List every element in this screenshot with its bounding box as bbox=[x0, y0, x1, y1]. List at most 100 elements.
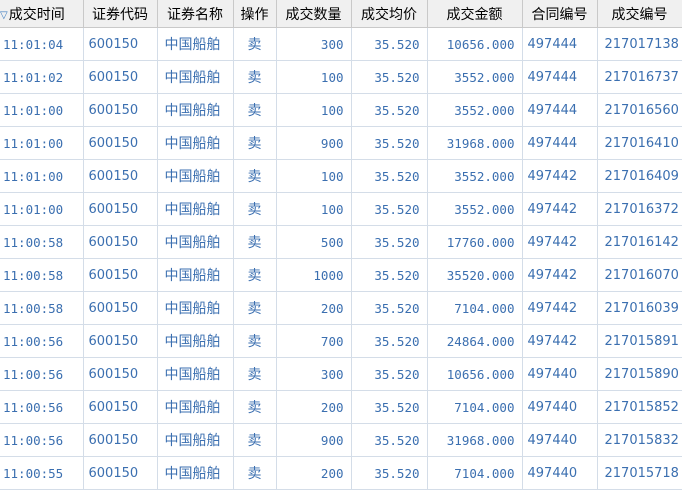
cell-contract-no: 497442 bbox=[522, 225, 598, 259]
cell-amount: 31968.000 bbox=[427, 126, 523, 160]
column-header-operation[interactable]: 操作 bbox=[233, 0, 277, 28]
cell-trade-time: 11:00:55 bbox=[0, 456, 84, 490]
cell-trade-time: 11:00:58 bbox=[0, 258, 84, 292]
cell-trade-time: 11:01:00 bbox=[0, 126, 84, 160]
cell-operation: 卖 bbox=[233, 192, 277, 226]
table-row[interactable]: 11:00:55 600150 中国船舶卖 200 35.520 7104.000 4974… bbox=[0, 456, 682, 490]
cell-trade-time: 11:01:00 bbox=[0, 159, 84, 193]
cell-amount: 7104.000 bbox=[427, 456, 523, 490]
cell-security-name: 中国船舶 bbox=[157, 258, 234, 292]
cell-amount: 3552.000 bbox=[427, 60, 523, 94]
cell-security-code: 600150 bbox=[83, 192, 158, 226]
cell-operation: 卖 bbox=[233, 126, 277, 160]
table-row[interactable]: 11:00:58 600150 中国船舶卖 1000 35.520 35520.000 49… bbox=[0, 258, 682, 292]
cell-security-name: 中国船舶 bbox=[157, 126, 234, 160]
column-header-label: 成交数量 bbox=[285, 6, 342, 23]
cell-avg-price: 35.520 bbox=[351, 258, 428, 292]
table-row[interactable]: 11:01:00 600150 中国船舶卖 100 35.520 3552.000 4974… bbox=[0, 192, 682, 226]
cell-amount: 31968.000 bbox=[427, 423, 523, 457]
table-row[interactable]: 11:00:56 600150 中国船舶卖 900 35.520 31968.000 497… bbox=[0, 423, 682, 457]
column-header-label: 证券名称 bbox=[167, 6, 223, 23]
cell-amount: 35520.000 bbox=[427, 258, 523, 292]
cell-avg-price: 35.520 bbox=[351, 93, 428, 127]
cell-quantity: 200 bbox=[276, 291, 352, 325]
cell-quantity: 100 bbox=[276, 192, 352, 226]
cell-operation: 卖 bbox=[233, 423, 277, 457]
column-header-deal-no[interactable]: 成交编号 bbox=[597, 0, 682, 28]
cell-avg-price: 35.520 bbox=[351, 192, 428, 226]
cell-security-code: 600150 bbox=[83, 357, 158, 391]
table-row[interactable]: 11:01:04 600150 中国船舶卖 300 35.520 10656.000 497… bbox=[0, 27, 682, 61]
cell-security-code: 600150 bbox=[83, 423, 158, 457]
column-header-contract-no[interactable]: 合同编号 bbox=[522, 0, 598, 28]
cell-amount: 24864.000 bbox=[427, 324, 523, 358]
table-row[interactable]: 11:00:56 600150 中国船舶卖 700 35.520 24864.000 497… bbox=[0, 324, 682, 358]
cell-contract-no: 497442 bbox=[522, 291, 598, 325]
cell-avg-price: 35.520 bbox=[351, 126, 428, 160]
column-header-quantity[interactable]: 成交数量 bbox=[276, 0, 352, 28]
cell-operation: 卖 bbox=[233, 390, 277, 424]
cell-amount: 3552.000 bbox=[427, 192, 523, 226]
cell-operation: 卖 bbox=[233, 357, 277, 391]
cell-deal-no: 217016737 bbox=[597, 60, 682, 94]
table-row[interactable]: 11:01:00 600150 中国船舶卖 100 35.520 3552.000 4974… bbox=[0, 93, 682, 127]
cell-quantity: 100 bbox=[276, 60, 352, 94]
cell-deal-no: 217016560 bbox=[597, 93, 682, 127]
column-header-security-code[interactable]: 证券代码 bbox=[83, 0, 158, 28]
cell-deal-no: 217016039 bbox=[597, 291, 682, 325]
cell-quantity: 500 bbox=[276, 225, 352, 259]
cell-operation: 卖 bbox=[233, 258, 277, 292]
cell-quantity: 1000 bbox=[276, 258, 352, 292]
cell-trade-time: 11:00:58 bbox=[0, 225, 84, 259]
cell-deal-no: 217015891 bbox=[597, 324, 682, 358]
column-header-avg-price[interactable]: 成交均价 bbox=[351, 0, 428, 28]
column-header-amount[interactable]: 成交金额 bbox=[427, 0, 523, 28]
cell-avg-price: 35.520 bbox=[351, 225, 428, 259]
cell-security-name: 中国船舶 bbox=[157, 291, 234, 325]
cell-operation: 卖 bbox=[233, 159, 277, 193]
cell-deal-no: 217015890 bbox=[597, 357, 682, 391]
cell-quantity: 700 bbox=[276, 324, 352, 358]
cell-trade-time: 11:00:56 bbox=[0, 390, 84, 424]
table-row[interactable]: 11:00:58 600150 中国船舶卖 200 35.520 7104.000 4974… bbox=[0, 291, 682, 325]
cell-contract-no: 497442 bbox=[522, 258, 598, 292]
cell-quantity: 900 bbox=[276, 126, 352, 160]
cell-contract-no: 497442 bbox=[522, 159, 598, 193]
cell-security-name: 中国船舶 bbox=[157, 456, 234, 490]
cell-security-name: 中国船舶 bbox=[157, 324, 234, 358]
cell-avg-price: 35.520 bbox=[351, 324, 428, 358]
cell-security-name: 中国船舶 bbox=[157, 27, 234, 61]
cell-contract-no: 497444 bbox=[522, 27, 598, 61]
cell-security-code: 600150 bbox=[83, 456, 158, 490]
cell-avg-price: 35.520 bbox=[351, 423, 428, 457]
cell-deal-no: 217016410 bbox=[597, 126, 682, 160]
column-header-trade-time[interactable]: ▽成交时间 bbox=[0, 0, 84, 28]
cell-contract-no: 497442 bbox=[522, 192, 598, 226]
cell-security-code: 600150 bbox=[83, 60, 158, 94]
cell-contract-no: 497440 bbox=[522, 357, 598, 391]
column-header-label: 成交编号 bbox=[611, 6, 668, 23]
cell-deal-no: 217016070 bbox=[597, 258, 682, 292]
table-row[interactable]: 11:00:58 600150 中国船舶卖 500 35.520 17760.000 497… bbox=[0, 225, 682, 259]
column-header-label: 成交均价 bbox=[361, 6, 417, 23]
table-row[interactable]: 11:01:00 600150 中国船舶卖 900 35.520 31968.000 497… bbox=[0, 126, 682, 160]
table-row[interactable]: 11:01:00 600150 中国船舶卖 100 35.520 3552.000 4974… bbox=[0, 159, 682, 193]
cell-security-code: 600150 bbox=[83, 324, 158, 358]
table-row[interactable]: 11:01:02 600150 中国船舶卖 100 35.520 3552.000 4974… bbox=[0, 60, 682, 94]
table-body: 11:01:04 600150 中国船舶卖 300 35.520 10656.000 497… bbox=[0, 27, 682, 490]
sort-descending-icon: ▽ bbox=[0, 9, 8, 21]
cell-deal-no: 217015832 bbox=[597, 423, 682, 457]
cell-amount: 17760.000 bbox=[427, 225, 523, 259]
cell-trade-time: 11:00:56 bbox=[0, 423, 84, 457]
cell-contract-no: 497444 bbox=[522, 60, 598, 94]
table-row[interactable]: 11:00:56 600150 中国船舶卖 300 35.520 10656.000 497… bbox=[0, 357, 682, 391]
cell-avg-price: 35.520 bbox=[351, 60, 428, 94]
cell-amount: 3552.000 bbox=[427, 93, 523, 127]
table-row[interactable]: 11:00:56 600150 中国船舶卖 200 35.520 7104.000 4974… bbox=[0, 390, 682, 424]
column-header-label: 操作 bbox=[240, 6, 269, 23]
column-header-security-name[interactable]: 证券名称 bbox=[157, 0, 234, 28]
cell-quantity: 100 bbox=[276, 93, 352, 127]
cell-amount: 7104.000 bbox=[427, 390, 523, 424]
cell-deal-no: 217016142 bbox=[597, 225, 682, 259]
cell-avg-price: 35.520 bbox=[351, 357, 428, 391]
